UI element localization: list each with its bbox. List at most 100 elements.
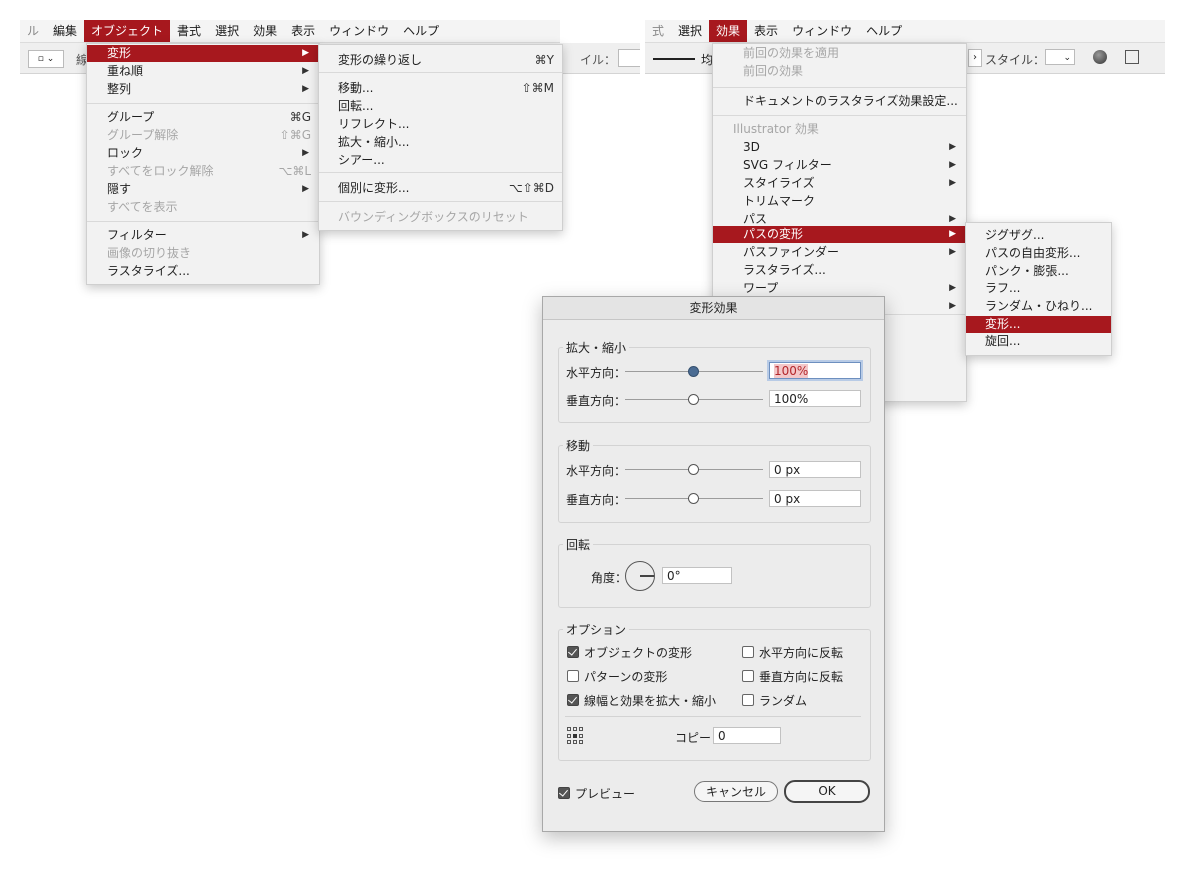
move-horizontal-field[interactable]: 0 px xyxy=(769,461,861,478)
menu-item[interactable]: 整列 ▶ xyxy=(87,81,319,98)
style-field[interactable] xyxy=(618,49,640,67)
menu-item[interactable]: ジグザグ... xyxy=(966,227,1111,244)
menu-item-label: グループ解除 xyxy=(107,128,179,142)
menubar-item[interactable]: 表示 xyxy=(747,20,785,42)
scale-strokes-checkbox[interactable]: 線幅と効果を拡大・縮小 xyxy=(567,692,716,709)
menu-item-label: ラフ... xyxy=(985,281,1021,295)
style-dropdown[interactable]: ⌄ xyxy=(1045,49,1075,65)
cancel-button[interactable]: キャンセル xyxy=(694,781,778,802)
preview-checkbox[interactable]: プレビュー xyxy=(558,785,635,802)
menu-item-label: Illustrator 効果 xyxy=(733,122,819,136)
copies-label: コピー xyxy=(675,731,712,745)
menu-item[interactable]: パスの変形 ▶ xyxy=(713,226,966,243)
menu-separator xyxy=(713,87,966,88)
menu-item[interactable]: グループ ⌘G xyxy=(87,109,319,126)
menu-item[interactable]: フィルター ▶ xyxy=(87,227,319,244)
style-expand-button[interactable]: › xyxy=(968,49,982,67)
menu-item: グループ解除 ⇧⌘G xyxy=(87,127,319,144)
menu-item[interactable]: 隠す ▶ xyxy=(87,181,319,198)
menu-item-label: ラスタライズ... xyxy=(743,263,826,277)
menu-item-label: 3D xyxy=(743,140,760,154)
menu-item[interactable]: シアー... xyxy=(319,152,562,169)
menu-item[interactable]: 移動... ⇧⌘M xyxy=(319,80,562,97)
reflect-y-checkbox[interactable]: 垂直方向に反転 xyxy=(742,668,843,685)
menu-item[interactable]: SVG フィルター ▶ xyxy=(713,157,966,174)
menubar-item[interactable]: ウィンドウ xyxy=(785,20,859,42)
menu-item-label: 個別に変形... xyxy=(338,181,410,195)
menu-item[interactable]: スタイライズ ▶ xyxy=(713,175,966,192)
transform-panel-icon[interactable] xyxy=(1125,50,1139,64)
menu-item-shortcut: ⌘Y xyxy=(534,53,554,67)
menu-separator xyxy=(319,201,562,202)
menu-item-label: グループ xyxy=(107,110,155,124)
transform-patterns-checkbox[interactable]: パターンの変形 xyxy=(567,668,667,685)
reference-point-icon[interactable] xyxy=(567,727,585,745)
menu-item-label: SVG フィルター xyxy=(743,158,832,172)
menu-item[interactable]: ドキュメントのラスタライズ効果設定... xyxy=(713,93,966,110)
menubar-item[interactable]: 編集 xyxy=(46,20,84,42)
rotate-angle-field[interactable]: 0° xyxy=(662,567,732,584)
reflect-x-checkbox[interactable]: 水平方向に反転 xyxy=(742,644,843,661)
menu-item[interactable]: ロック ▶ xyxy=(87,145,319,162)
scale-vertical-knob[interactable] xyxy=(688,394,699,405)
ok-button[interactable]: OK xyxy=(784,780,870,803)
transform-objects-checkbox[interactable]: オブジェクトの変形 xyxy=(567,644,692,661)
menu-item[interactable]: トリムマーク xyxy=(713,193,966,210)
move-vertical-field[interactable]: 0 px xyxy=(769,490,861,507)
menubar-item[interactable]: オブジェクト xyxy=(84,20,171,42)
menubar-item[interactable]: 式 xyxy=(645,20,671,42)
menu-item-label: スタイライズ xyxy=(743,176,815,190)
menu-item[interactable]: ラフ... xyxy=(966,280,1111,297)
menu-item[interactable]: 変形... xyxy=(966,316,1111,333)
menu-item[interactable]: リフレクト... xyxy=(319,116,562,133)
submenu-arrow-icon: ▶ xyxy=(302,184,309,194)
menubar-item[interactable]: ヘルプ xyxy=(396,20,446,42)
menu-item[interactable]: 個別に変形... ⌥⇧⌘D xyxy=(319,180,562,197)
menubar-item[interactable]: ウィンドウ xyxy=(322,20,396,42)
fill-swatch-dropdown[interactable]: ▫ ⌄ xyxy=(28,50,64,68)
scale-horizontal-field[interactable]: 100% xyxy=(769,362,861,379)
menu-item[interactable]: 変形 ▶ xyxy=(87,45,319,62)
menu-separator xyxy=(319,172,562,173)
menubar-item[interactable]: ヘルプ xyxy=(859,20,909,42)
menu-item[interactable]: ラスタライズ... xyxy=(87,263,319,280)
menu-item-label: すべてをロック解除 xyxy=(107,164,214,178)
menu-item: すべてをロック解除 ⌥⌘L xyxy=(87,163,319,180)
menubar-item[interactable]: 表示 xyxy=(284,20,322,42)
menubar-item[interactable]: 効果 xyxy=(246,20,284,42)
submenu-arrow-icon: ▶ xyxy=(302,66,309,76)
menu-item[interactable]: 回転... xyxy=(319,98,562,115)
menu-item[interactable]: パスの自由変形... xyxy=(966,245,1111,262)
menubar-item[interactable]: 選択 xyxy=(671,20,709,42)
scale-horizontal-label: 水平方向： xyxy=(566,366,627,380)
move-vertical-knob[interactable] xyxy=(688,493,699,504)
move-horizontal-knob[interactable] xyxy=(688,464,699,475)
scale-vertical-field[interactable]: 100% xyxy=(769,390,861,407)
menu-item[interactable]: 変形の繰り返し ⌘Y xyxy=(319,52,562,69)
menu-item[interactable]: 3D ▶ xyxy=(713,139,966,156)
menu-item-label: 隠す xyxy=(107,182,132,196)
menubar-item[interactable]: 効果 xyxy=(709,20,748,42)
menubar-item[interactable]: ル xyxy=(20,20,46,42)
copies-field[interactable]: 0 xyxy=(713,727,781,744)
move-group-title: 移動 xyxy=(563,437,594,454)
move-group xyxy=(558,445,871,523)
scale-horizontal-knob[interactable] xyxy=(688,366,699,377)
menu-item[interactable]: パンク・膨張... xyxy=(966,263,1111,280)
menubar-item[interactable]: 書式 xyxy=(170,20,208,42)
submenu-arrow-icon: ▶ xyxy=(949,229,956,239)
menu-item[interactable]: 拡大・縮小... xyxy=(319,134,562,151)
submenu-arrow-icon: ▶ xyxy=(949,301,956,311)
menu-item[interactable]: ラスタライズ... xyxy=(713,262,966,279)
menu-item[interactable]: 旋回... xyxy=(966,333,1111,350)
menu-item: 画像の切り抜き xyxy=(87,245,319,262)
menu-item[interactable]: パスファインダー ▶ xyxy=(713,244,966,261)
menu-item[interactable]: ランダム・ひねり... xyxy=(966,298,1111,315)
angle-dial-needle-icon xyxy=(640,575,654,577)
menu-item[interactable]: ワープ ▶ xyxy=(713,280,966,297)
angle-dial[interactable] xyxy=(625,561,655,591)
menu-item[interactable]: 重ね順 ▶ xyxy=(87,63,319,80)
globe-icon[interactable] xyxy=(1093,50,1107,64)
random-checkbox[interactable]: ランダム xyxy=(742,692,807,709)
menubar-item[interactable]: 選択 xyxy=(208,20,246,42)
